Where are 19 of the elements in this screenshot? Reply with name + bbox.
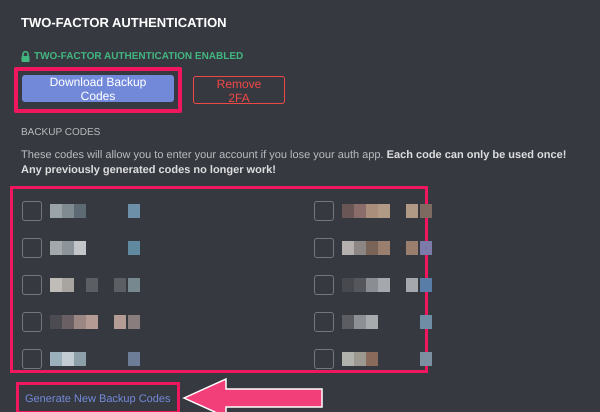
checkbox[interactable] [314, 238, 334, 258]
download-button[interactable]: Download Backup Codes [22, 75, 174, 102]
arrow-icon [182, 377, 324, 412]
checkbox[interactable] [22, 238, 42, 258]
remove-button[interactable]: Remove 2FA [193, 76, 285, 104]
status-label: TWO-FACTOR AUTHENTICATION ENABLED [34, 51, 244, 62]
section-title: TWO-FACTOR AUTHENTICATION [21, 15, 228, 30]
checkbox[interactable] [314, 274, 334, 294]
checkbox[interactable] [314, 312, 334, 332]
checkbox[interactable] [314, 348, 334, 368]
checkbox[interactable] [22, 200, 42, 220]
checkbox[interactable] [22, 312, 42, 332]
description: These codes will allow you to enter your account if you lose your auth app. Each code can only be used once! Any previously generated codes no longer work! [21, 148, 568, 178]
checkbox[interactable] [22, 348, 42, 368]
section-heading: BACKUP CODES [21, 127, 102, 138]
lock-icon [21, 51, 30, 62]
checkbox[interactable] [314, 200, 334, 220]
generate-codes-link[interactable]: Generate New Backup Codes [25, 393, 171, 405]
checkbox[interactable] [22, 274, 42, 294]
